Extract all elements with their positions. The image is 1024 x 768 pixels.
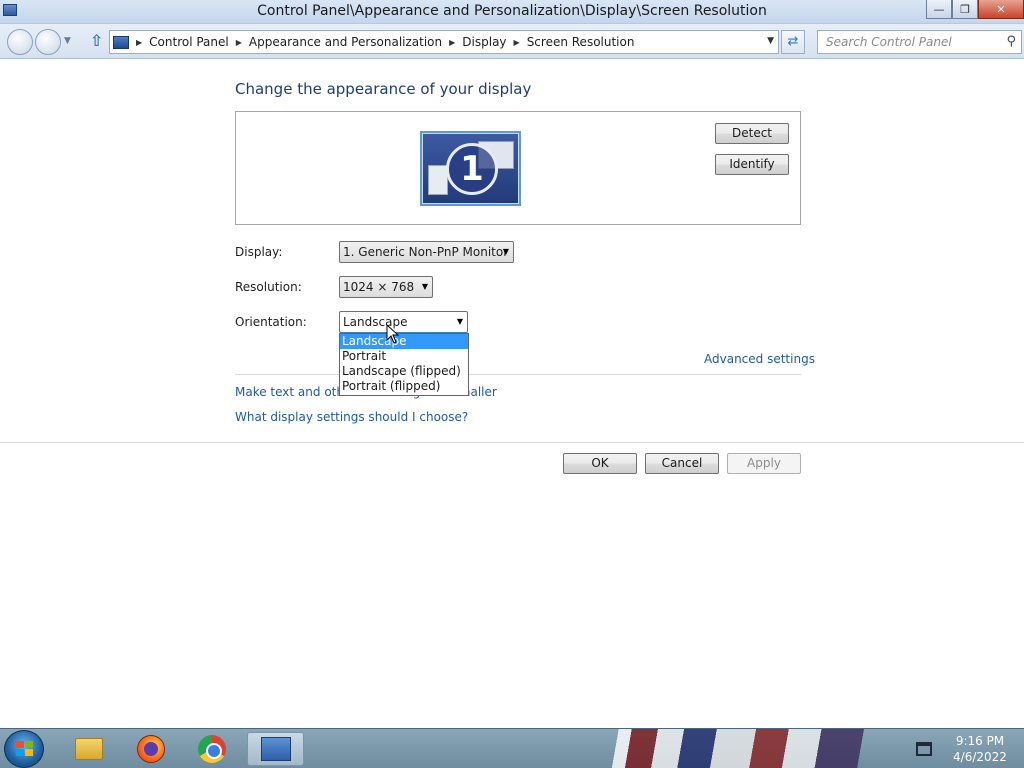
advanced-settings-link[interactable]: Advanced settings	[704, 352, 815, 366]
folder-icon	[75, 738, 103, 760]
display-select-value: 1. Generic Non-PnP Monitor	[343, 245, 509, 259]
back-button[interactable]	[7, 29, 33, 55]
dropdown-arrow-icon: ▼	[421, 282, 428, 291]
clock-time[interactable]: 9:16 PM	[950, 734, 1010, 748]
window-controls: — ❐ ✕	[926, 0, 1024, 19]
chrome-logo-icon	[198, 735, 226, 763]
display-help-link[interactable]: What display settings should I choose?	[235, 410, 468, 424]
display-label: Display:	[235, 245, 283, 259]
up-arrow-icon[interactable]: ⇧	[88, 32, 105, 50]
mouse-cursor-icon	[386, 324, 400, 344]
search-icon[interactable]: ⚲	[1006, 34, 1016, 49]
breadcrumb-control-panel[interactable]: Control Panel	[149, 35, 229, 49]
file-explorer-icon[interactable]	[65, 732, 113, 766]
monitor-number-badge: 1	[446, 143, 498, 195]
orientation-option-portrait[interactable]: Portrait	[340, 349, 468, 364]
recent-pages-dropdown-icon[interactable]: ▼	[64, 36, 71, 46]
restore-button[interactable]: ❐	[952, 0, 978, 19]
breadcrumb[interactable]: ▶ Control Panel ▶ Appearance and Persona…	[109, 30, 779, 54]
firefox-icon[interactable]	[127, 732, 175, 766]
forward-button[interactable]	[35, 29, 61, 55]
resolution-select[interactable]: 1024 × 768 ▼	[339, 276, 433, 298]
orientation-label: Orientation:	[235, 315, 307, 329]
breadcrumb-screen-resolution[interactable]: Screen Resolution	[527, 35, 635, 49]
monitor-arrangement-panel: 1 Detect Identify	[235, 111, 801, 225]
control-panel-icon	[113, 35, 129, 49]
clock-date[interactable]: 4/6/2022	[950, 750, 1010, 764]
taskbar: 9:16 PM 4/6/2022	[0, 728, 1024, 768]
chevron-right-icon[interactable]: ▶	[236, 38, 242, 47]
network-icon[interactable]	[916, 742, 932, 756]
close-button[interactable]: ✕	[978, 0, 1024, 19]
detect-button[interactable]: Detect	[715, 123, 789, 144]
breadcrumb-appearance[interactable]: Appearance and Personalization	[249, 35, 442, 49]
search-placeholder: Search Control Panel	[826, 35, 952, 49]
address-bar: ▼ ⇧ ▶ Control Panel ▶ Appearance and Per…	[0, 24, 1024, 59]
apply-button[interactable]: Apply	[727, 453, 801, 474]
identify-button[interactable]: Identify	[715, 154, 789, 175]
control-panel-taskbar-button[interactable]	[247, 732, 304, 766]
divider	[235, 374, 801, 375]
monitor-window-thumb	[428, 165, 448, 195]
chevron-right-icon[interactable]: ▶	[136, 38, 142, 47]
divider	[0, 442, 1024, 443]
dropdown-arrow-icon: ▼	[456, 317, 463, 326]
minimize-button[interactable]: —	[926, 0, 952, 19]
orientation-option-landscape[interactable]: Landscape	[340, 334, 468, 349]
display-select[interactable]: 1. Generic Non-PnP Monitor ▼	[339, 241, 514, 263]
orientation-option-landscape-flipped[interactable]: Landscape (flipped)	[340, 364, 468, 379]
title-bar: Control Panel\Appearance and Personaliza…	[0, 0, 1024, 24]
firefox-logo-icon	[137, 735, 165, 763]
system-tray: 9:16 PM 4/6/2022	[912, 732, 1020, 766]
chrome-icon[interactable]	[188, 732, 236, 766]
orientation-select[interactable]: Landscape ▼	[339, 311, 468, 333]
ok-button[interactable]: OK	[563, 453, 637, 474]
chevron-right-icon[interactable]: ▶	[449, 38, 455, 47]
cancel-button[interactable]: Cancel	[645, 453, 719, 474]
window-title: Control Panel\Appearance and Personaliza…	[257, 3, 767, 19]
orientation-dropdown-list: Landscape Portrait Landscape (flipped) P…	[339, 333, 469, 396]
chevron-right-icon[interactable]: ▶	[514, 38, 520, 47]
windows-logo-icon	[16, 741, 34, 757]
dropdown-arrow-icon: ▼	[502, 247, 509, 256]
wallpaper-decoration	[586, 729, 906, 768]
control-panel-icon	[260, 737, 291, 761]
breadcrumb-display[interactable]: Display	[462, 35, 506, 49]
orientation-option-portrait-flipped[interactable]: Portrait (flipped)	[340, 379, 468, 394]
resolution-select-value: 1024 × 768	[343, 280, 415, 294]
page-title: Change the appearance of your display	[235, 80, 532, 98]
refresh-button[interactable]: ⇄	[781, 30, 805, 54]
monitor-1-icon[interactable]: 1	[420, 131, 521, 206]
start-button[interactable]	[4, 730, 44, 768]
resolution-label: Resolution:	[235, 280, 302, 294]
search-input[interactable]: Search Control Panel ⚲	[817, 30, 1022, 54]
chevron-down-icon[interactable]: ▼	[767, 36, 774, 46]
